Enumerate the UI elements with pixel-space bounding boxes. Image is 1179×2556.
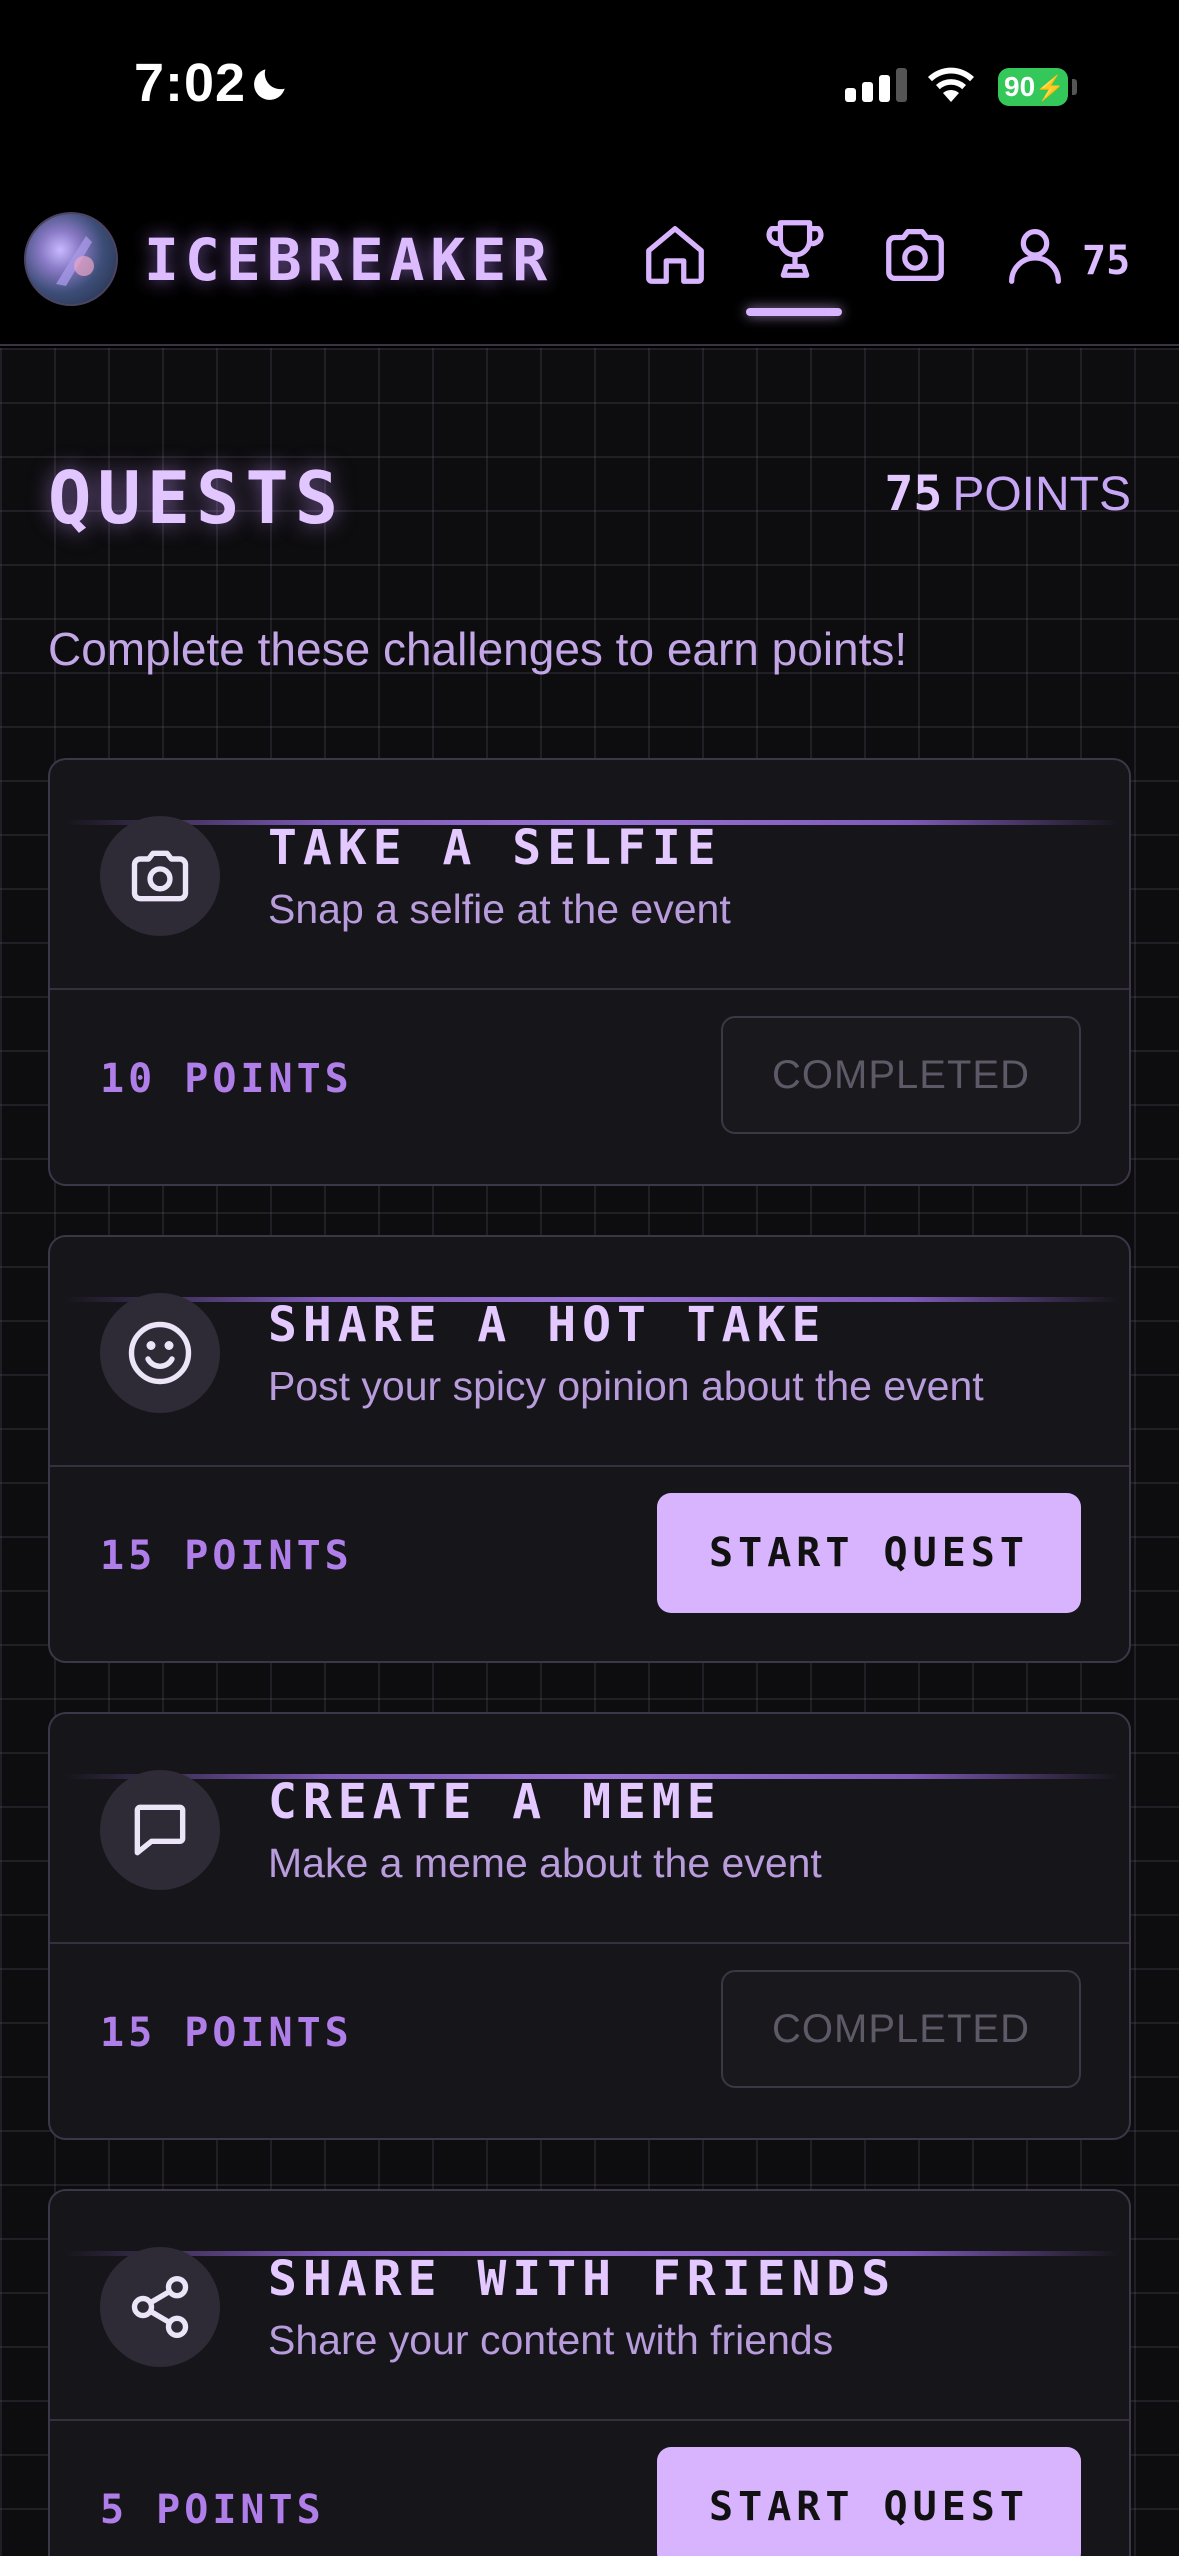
- quest-icon: [100, 1293, 220, 1413]
- total-points-label: POINTS: [952, 468, 1131, 521]
- home-icon[interactable]: [640, 220, 710, 290]
- battery-level: 90: [1004, 71, 1036, 102]
- quest-card: TAKE A SELFIE Snap a selfie at the event…: [48, 758, 1131, 1186]
- quest-description: Make a meme about the event: [268, 1840, 822, 1886]
- quest-points: 15 POINTS: [100, 2010, 353, 2056]
- quest-points: 10 POINTS: [100, 1056, 353, 1102]
- quest-points: 15 POINTS: [100, 1533, 353, 1579]
- quest-card: SHARE A HOT TAKE Post your spicy opinion…: [48, 1235, 1131, 1663]
- quest-card-header: SHARE A HOT TAKE Post your spicy opinion…: [50, 1237, 1129, 1467]
- quests-page: QUESTS 75 POINTS Complete these challenge…: [0, 348, 1179, 2556]
- page-title: QUESTS: [48, 456, 345, 540]
- quest-description: Snap a selfie at the event: [268, 886, 731, 932]
- quest-points: 5 POINTS: [100, 2487, 325, 2533]
- quest-title: CREATE A MEME: [268, 1774, 722, 1830]
- moon-icon: [254, 69, 285, 100]
- status-bar: 7:02 90⚡: [0, 0, 1179, 190]
- quest-icon: [100, 2247, 220, 2367]
- app-header: ICEBREAKER 75: [0, 190, 1179, 346]
- quest-title: SHARE A HOT TAKE: [268, 1297, 827, 1353]
- share-icon: [131, 2275, 189, 2339]
- quest-icon: [100, 1770, 220, 1890]
- camera-icon: [131, 850, 189, 902]
- status-time: 7:02: [134, 53, 247, 113]
- message-icon: [134, 1804, 186, 1856]
- cellular-signal-icon: [845, 68, 907, 102]
- avatar-image-icon: [56, 236, 94, 286]
- camera-icon[interactable]: [880, 220, 950, 290]
- start-quest-button[interactable]: START QUEST: [657, 2447, 1081, 2556]
- smiley-icon: [128, 1321, 192, 1385]
- total-points: 75 POINTS: [885, 466, 1131, 522]
- trophy-icon[interactable]: [760, 214, 830, 284]
- quest-icon: [100, 816, 220, 936]
- page-subtitle: Complete these challenges to earn points…: [48, 623, 908, 675]
- completed-button: COMPLETED: [721, 1016, 1081, 1134]
- wifi-icon: [928, 67, 974, 102]
- quest-card-header: SHARE WITH FRIENDS Share your content wi…: [50, 2191, 1129, 2421]
- total-points-value: 75: [884, 466, 943, 522]
- battery-indicator: 90⚡: [998, 68, 1068, 106]
- quest-title: SHARE WITH FRIENDS: [268, 2251, 897, 2307]
- completed-button: COMPLETED: [721, 1970, 1081, 2088]
- quest-card-header: TAKE A SELFIE Snap a selfie at the event: [50, 760, 1129, 990]
- quest-card: SHARE WITH FRIENDS Share your content wi…: [48, 2189, 1131, 2556]
- user-icon[interactable]: [1000, 220, 1070, 290]
- quest-card: CREATE A MEME Make a meme about the even…: [48, 1712, 1131, 2140]
- active-tab-indicator: [746, 308, 842, 316]
- quest-description: Share your content with friends: [268, 2317, 834, 2363]
- quest-card-header: CREATE A MEME Make a meme about the even…: [50, 1714, 1129, 1944]
- quest-title: TAKE A SELFIE: [268, 820, 722, 876]
- start-quest-button[interactable]: START QUEST: [657, 1493, 1081, 1613]
- header-points: 75: [1082, 238, 1131, 284]
- battery-tip: [1072, 79, 1077, 95]
- avatar[interactable]: [24, 212, 118, 306]
- quest-description: Post your spicy opinion about the event: [268, 1363, 984, 1409]
- app-title: ICEBREAKER: [144, 226, 554, 294]
